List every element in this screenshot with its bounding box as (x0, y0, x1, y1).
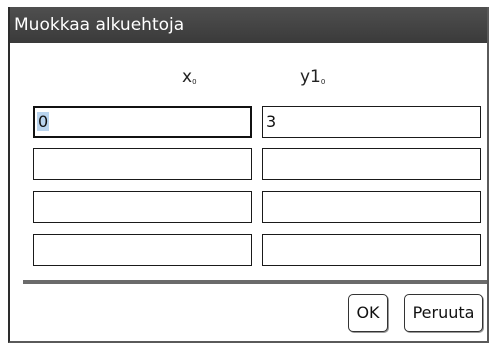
dialog-title: Muokkaa alkuehtoja (10, 7, 487, 43)
y10-input-row-2[interactable] (262, 148, 481, 180)
column-header-y: y10 (300, 67, 325, 87)
x0-input-row-4[interactable] (33, 234, 252, 266)
x0-input-row-2[interactable] (33, 148, 252, 180)
x0-input-row-1[interactable]: 0 (33, 106, 252, 138)
background-edge (0, 0, 8, 347)
y10-input-row-4[interactable] (262, 234, 481, 266)
cancel-button[interactable]: Peruuta (404, 294, 483, 332)
column-header-y-subscript: 0 (320, 78, 326, 86)
y10-input-row-1[interactable]: 3 (262, 106, 481, 138)
column-header-y-label: y1 (300, 67, 321, 87)
column-header-x-subscript: 0 (192, 78, 197, 86)
column-header-x: x0 (182, 67, 197, 87)
x0-input-row-3[interactable] (33, 191, 252, 223)
column-header-x-label: x (182, 67, 193, 87)
x0-input-row-1-value: 0 (37, 112, 50, 131)
ok-button[interactable]: OK (348, 294, 388, 332)
y10-input-row-1-value: 3 (266, 112, 277, 131)
page: Muokkaa alkuehtoja x0 y10 0 3 OK Peruuta (0, 0, 491, 347)
y10-input-row-3[interactable] (262, 191, 481, 223)
divider (23, 280, 487, 284)
initial-conditions-dialog: Muokkaa alkuehtoja x0 y10 0 3 OK Peruuta (8, 7, 489, 343)
